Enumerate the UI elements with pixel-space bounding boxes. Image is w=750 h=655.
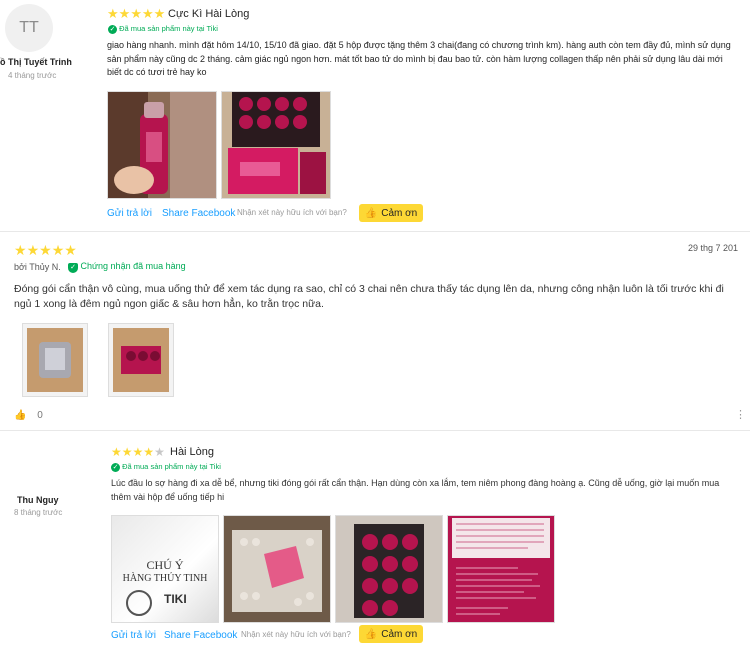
reviewer-name: ồ Thị Tuyết Trinh [0,57,72,67]
review-photo[interactable] [223,515,331,623]
star-icon: ★ [111,445,122,459]
star-icon: ★ [118,6,131,21]
thanks-label: Cảm ơn [381,207,418,219]
verified-badge: ✓ Chứng nhận đã mua hàng [68,261,186,273]
product-box-photo [109,324,173,396]
more-icon[interactable]: ⋮ [735,408,746,421]
star-icon: ★ [107,6,119,21]
star-icon: ★ [121,445,133,459]
thumbs-up-icon: 👍 [364,628,378,640]
review-photo[interactable]: CHÚ Ý HÀNG THỦY TINH TIKI [111,515,219,623]
review-title: Hài Lòng [170,446,215,458]
like-button[interactable]: 👍 0 [14,410,43,421]
shield-check-icon: ✓ [68,263,78,273]
review-photo[interactable] [221,91,331,199]
reply-link[interactable]: Gửi trả lời [111,630,156,641]
like-count: 0 [37,410,43,421]
thumbs-up-icon: 👍 [364,207,378,219]
avatar: TT [5,4,53,52]
star-icon: ★ [64,242,77,258]
star-icon: ★ [132,445,144,459]
rating-stars: ★★★★★ [107,6,165,22]
star-icon: ★ [51,242,65,258]
star-icon: ★ [153,6,166,21]
star-icon: ★ [141,6,154,21]
share-facebook-link[interactable]: Share Facebook [164,630,237,641]
star-icon: ★ [143,445,155,459]
star-icon: ★ [154,445,165,459]
product-box-photo [222,92,330,198]
verified-text: Chứng nhận đã mua hàng [80,261,186,271]
verified-badge: ✓ Đã mua sản phẩm này tại Tiki [111,462,221,472]
review-photo[interactable] [107,91,217,199]
check-circle-icon: ✓ [111,462,120,472]
review-photo[interactable] [447,515,555,623]
reviewer-name: bởi Thủy N. [14,262,61,272]
verified-text: Đã mua sản phẩm này tại Tiki [119,24,218,33]
review-body: Đóng gói cẩn thận vô cùng, mua uống thử … [14,283,724,310]
rating-stars: ★★★★★ [14,242,77,259]
thanks-button[interactable]: 👍 Cảm ơn [359,625,423,643]
review-date: 29 thg 7 201 [688,243,739,253]
product-bottles-photo [336,516,442,622]
share-facebook-link[interactable]: Share Facebook [162,208,235,219]
package-photo [23,324,87,396]
helpful-question: Nhận xét này hữu ích với bạn? [237,208,347,217]
verified-badge: ✓ Đã mua sản phẩm này tại Tiki [108,24,218,34]
reply-link[interactable]: Gửi trả lời [107,208,152,219]
review-time: 4 tháng trước [8,71,57,80]
sign-text: HÀNG THỦY TINH [122,573,208,584]
helpful-question: Nhận xét này hữu ích với bạn? [241,630,351,639]
thanks-label: Cảm ơn [381,628,418,640]
star-icon: ★ [39,242,52,258]
review-title: Cực Kì Hài Lòng [168,8,250,20]
product-label-photo [448,516,554,622]
star-icon: ★ [26,242,40,258]
star-icon: ★ [14,242,27,258]
tiki-logo-text: TIKI [164,592,187,606]
rating-stars: ★★★★★ [111,445,165,459]
check-circle-icon: ✓ [108,24,117,34]
bubble-wrap-photo [224,516,330,622]
review-photo[interactable] [22,323,88,397]
divider [0,231,750,232]
verified-text: Đã mua sản phẩm này tại Tiki [122,462,221,471]
glass-icon [126,590,152,616]
thumbs-up-icon: 👍 [14,410,27,421]
reviewer-name: Thu Nguy [17,495,59,505]
product-bottle-photo [108,92,216,198]
review-photo[interactable] [108,323,174,397]
divider [0,430,750,431]
review-time: 8 tháng trước [14,508,63,517]
review-body: Lúc đầu lo sợ hàng đi xa dễ bể, nhưng ti… [111,478,720,502]
star-icon: ★ [130,6,142,21]
sign-text: CHÚ Ý [146,558,184,572]
review-photo[interactable] [335,515,443,623]
review-body: giao hàng nhanh. mình đặt hôm 14/10, 15/… [107,40,731,77]
thanks-button[interactable]: 👍 Cảm ơn [359,204,423,222]
